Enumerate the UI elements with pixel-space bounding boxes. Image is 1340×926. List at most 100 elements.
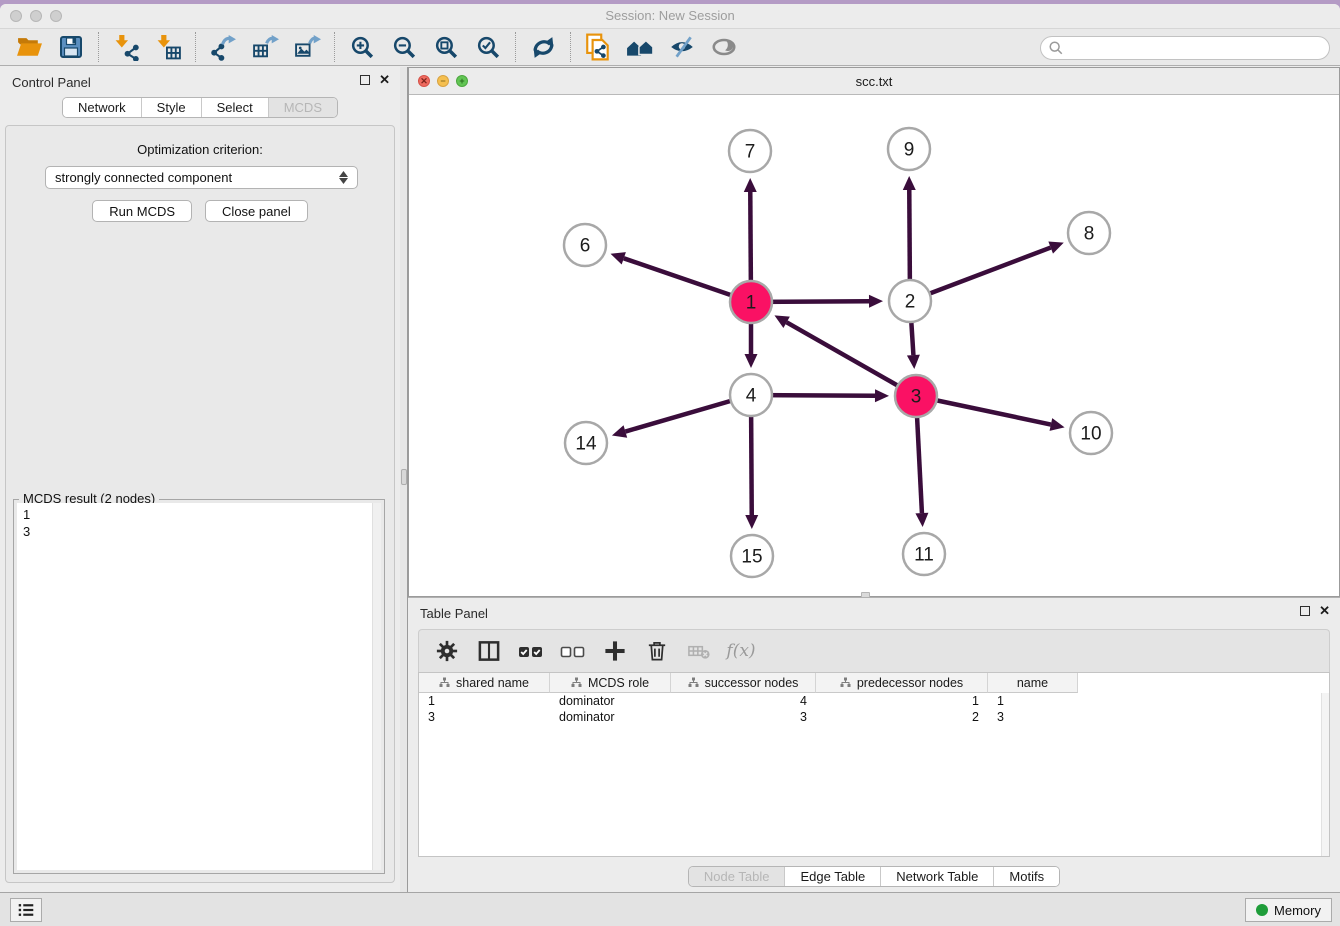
- table-cell[interactable]: dominator: [550, 693, 671, 709]
- memory-button[interactable]: Memory: [1245, 898, 1332, 922]
- table-cell[interactable]: 1: [988, 693, 1078, 709]
- network-canvas[interactable]: 7968124314101511: [409, 95, 1339, 596]
- graph-node-label-11: 11: [914, 545, 934, 566]
- open-file-icon: [16, 34, 43, 61]
- add-column-button[interactable]: [601, 637, 629, 665]
- graph-edge-3-1[interactable]: [787, 322, 916, 396]
- deselect-all-button[interactable]: [559, 637, 587, 665]
- unchecked-boxes-icon: [560, 638, 586, 664]
- graph-edge-arrow-1-7: [744, 178, 757, 192]
- network-graph: 7968124314101511: [409, 95, 1339, 596]
- table-header-row: shared nameMCDS rolesuccessor nodesprede…: [419, 673, 1329, 693]
- run-mcds-button[interactable]: Run MCDS: [92, 200, 192, 222]
- optimization-criterion-select[interactable]: strongly connected component: [45, 166, 358, 189]
- plus-icon: [603, 639, 627, 663]
- zoom-in-icon: [349, 34, 376, 61]
- vertical-splitter[interactable]: [400, 67, 408, 896]
- list-icon: [16, 900, 36, 920]
- show-panels-button[interactable]: [619, 31, 661, 63]
- show-panels-icon: [626, 33, 654, 61]
- tab-select[interactable]: Select: [202, 98, 269, 117]
- float-panel-icon[interactable]: [360, 75, 370, 85]
- trash-icon: [645, 639, 669, 663]
- table-cell[interactable]: 3: [988, 709, 1078, 725]
- task-history-button[interactable]: [10, 898, 42, 922]
- table-cell[interactable]: 3: [671, 709, 816, 725]
- hide-graphics-details-button[interactable]: [661, 31, 703, 63]
- delete-table-button-disabled: [685, 637, 713, 665]
- tab-network-table[interactable]: Network Table: [881, 867, 994, 886]
- tab-node-table[interactable]: Node Table: [689, 867, 786, 886]
- table-cell[interactable]: dominator: [550, 709, 671, 725]
- column-selector-button[interactable]: [475, 637, 503, 665]
- tab-style[interactable]: Style: [142, 98, 202, 117]
- column-header-predecessor-nodes[interactable]: predecessor nodes: [816, 673, 988, 693]
- graph-edge-arrow-2-3: [907, 355, 920, 369]
- tab-mcds[interactable]: MCDS: [269, 98, 337, 117]
- apply-layout-icon: [530, 34, 557, 61]
- search-input[interactable]: [1064, 38, 1329, 58]
- vertical-splitter-handle[interactable]: [401, 469, 407, 485]
- graph-edge-arrow-4-15: [745, 515, 758, 529]
- float-table-panel-icon[interactable]: [1300, 606, 1310, 616]
- table-body: 1dominator4113dominator323: [419, 693, 1329, 725]
- column-header-MCDS-role[interactable]: MCDS role: [550, 673, 671, 693]
- window-title: Session: New Session: [0, 8, 1340, 23]
- clone-network-button[interactable]: [577, 31, 619, 63]
- graph-edge-arrow-2-9: [903, 176, 916, 190]
- close-panel-button[interactable]: Close panel: [205, 200, 308, 222]
- zoom-selected-button[interactable]: [467, 31, 509, 63]
- tab-motifs[interactable]: Motifs: [994, 867, 1059, 886]
- select-all-button[interactable]: [517, 637, 545, 665]
- graph-edge-arrow-3-11: [915, 513, 928, 527]
- app-window: Session: New Session: [0, 4, 1340, 926]
- export-network-button[interactable]: [202, 31, 244, 63]
- graph-edge-2-8[interactable]: [910, 248, 1051, 301]
- right-column: ✕ − + scc.txt 7968124314101511 Table Pan…: [408, 67, 1340, 896]
- tab-edge-table[interactable]: Edge Table: [785, 867, 881, 886]
- zoom-out-button[interactable]: [383, 31, 425, 63]
- table-panel-header: Table Panel ✕: [408, 598, 1340, 628]
- network-window-title: scc.txt: [409, 74, 1339, 89]
- table-cell[interactable]: 1: [816, 693, 988, 709]
- table-scrollbar[interactable]: [1321, 693, 1329, 856]
- close-table-panel-icon[interactable]: ✕: [1319, 605, 1330, 617]
- table-cell[interactable]: 1: [419, 693, 550, 709]
- graph-node-label-2: 2: [905, 292, 916, 313]
- table-cell[interactable]: 2: [816, 709, 988, 725]
- open-file-button[interactable]: [8, 31, 50, 63]
- column-header-name[interactable]: name: [988, 673, 1078, 693]
- zoom-fit-button[interactable]: [425, 31, 467, 63]
- table-options-button[interactable]: [433, 637, 461, 665]
- export-table-button[interactable]: [244, 31, 286, 63]
- column-header-shared-name[interactable]: shared name: [419, 673, 550, 693]
- table-panel-title: Table Panel: [420, 606, 488, 621]
- mcds-panel: Optimization criterion: strongly connect…: [5, 125, 395, 883]
- table-row[interactable]: 3dominator323: [419, 709, 1329, 725]
- table-cell[interactable]: 3: [419, 709, 550, 725]
- column-header-successor-nodes[interactable]: successor nodes: [671, 673, 816, 693]
- memory-status-icon: [1256, 904, 1268, 916]
- graph-edge-arrow-3-10: [1050, 418, 1065, 431]
- apply-layout-button[interactable]: [522, 31, 564, 63]
- graph-edge-arrow-1-2: [869, 295, 883, 308]
- close-panel-icon[interactable]: ✕: [379, 74, 390, 86]
- birds-eye-view-button[interactable]: [703, 31, 745, 63]
- clone-network-icon: [584, 33, 612, 61]
- import-network-button[interactable]: [105, 31, 147, 63]
- search-icon: [1048, 40, 1064, 56]
- save-session-button[interactable]: [50, 31, 92, 63]
- result-scrollbar[interactable]: [372, 503, 381, 870]
- column-header-label: name: [1017, 676, 1048, 690]
- export-image-button[interactable]: [286, 31, 328, 63]
- zoom-in-button[interactable]: [341, 31, 383, 63]
- mcds-result-groupbox: MCDS result (2 nodes) 1 3: [13, 499, 385, 874]
- tab-network[interactable]: Network: [63, 98, 142, 117]
- table-row[interactable]: 1dominator411: [419, 693, 1329, 709]
- import-table-button[interactable]: [147, 31, 189, 63]
- graph-edge-arrow-1-4: [745, 354, 758, 368]
- table-cell[interactable]: 4: [671, 693, 816, 709]
- mcds-result-lines[interactable]: 1 3: [17, 503, 381, 870]
- delete-column-button[interactable]: [643, 637, 671, 665]
- graph-node-label-10: 10: [1080, 424, 1101, 445]
